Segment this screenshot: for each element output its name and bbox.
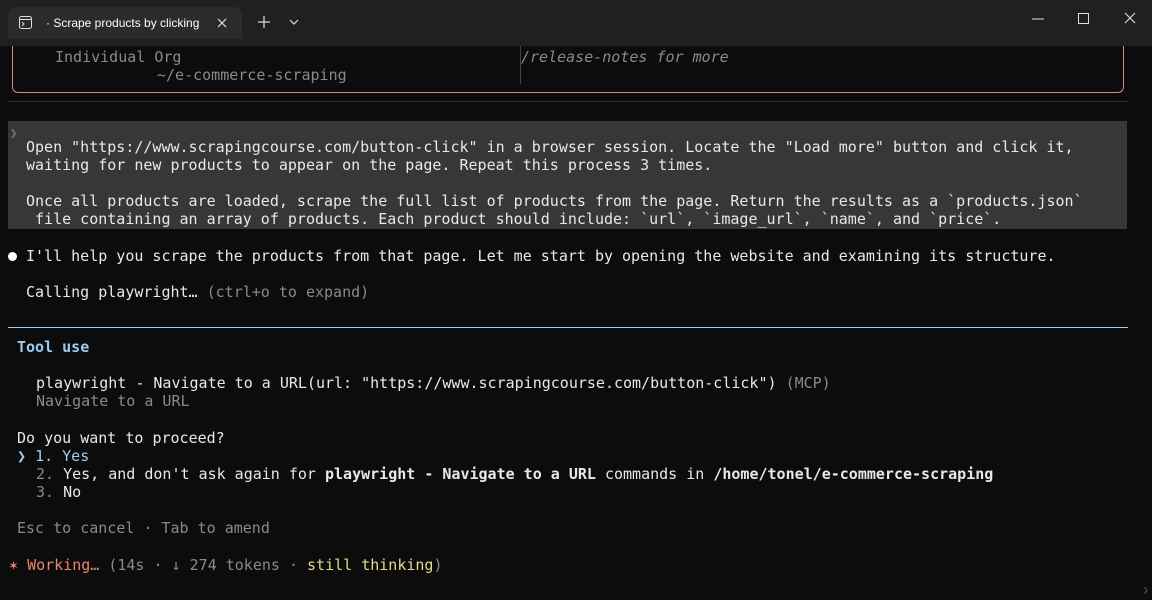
tool-call-line: playwright - Navigate to a URL(url: "htt… [36,374,831,392]
tool-divider [8,327,1128,328]
selector-icon: ❯ [17,447,27,465]
prompt-line: file containing an array of products. Ea… [26,210,1002,228]
option-path: /home/tonel/e-commerce-scraping [713,465,994,483]
option-label-mid: commands in [604,465,705,483]
status-metrics: (14s · ↓ 274 tokens · [108,556,298,574]
cwd-path: ~/e-commerce-scraping [157,66,347,84]
org-label: Individual Org [55,48,182,66]
thinking-label: still thinking [307,556,434,574]
prompt-line: waiting for new products to appear on th… [26,156,713,174]
keyboard-hints: Esc to cancel · Tab to amend [17,519,270,537]
close-tab-icon[interactable] [214,15,230,31]
working-label: Working… [27,556,100,574]
option-tool-name: playwright - Navigate to a URL [325,465,596,483]
terminal-area[interactable]: Individual Org ~/e-commerce-scraping /re… [0,46,1152,600]
prompt-line: Open "https://www.scrapingcourse.com/but… [26,138,1074,156]
tool-use-header: Tool use [17,338,90,356]
close-window-icon[interactable] [1124,12,1136,24]
prompt-line: Once all products are loaded, scrape the… [26,192,1083,210]
option-label: No [63,483,82,501]
proceed-question: Do you want to proceed? [17,429,225,447]
option-label: Yes [62,447,90,465]
divider [8,101,1128,102]
option-number: 3. [36,483,55,501]
prompt-caret-icon: ❯ [10,126,18,140]
scroll-indicator-icon[interactable]: ❯ [1143,586,1148,596]
tool-call: playwright - Navigate to a URL(url: "htt… [36,374,777,392]
terminal-icon [19,16,32,29]
option-yes[interactable]: ❯ 1. Yes [17,447,89,465]
calling-text: Calling playwright… [26,283,198,301]
assistant-message: I'll help you scrape the products from t… [26,247,1056,265]
status-close: ) [433,556,443,574]
message-bullet-icon [8,252,17,261]
option-number: 1. [35,447,54,465]
option-number: 2. [36,465,55,483]
chevron-down-icon[interactable] [288,18,300,26]
release-notes-hint: /release-notes for more [521,48,729,66]
spinner-icon: ✶ [9,556,19,574]
tab-title: · Scrape products by clicking [46,16,200,30]
tool-calling-line: Calling playwright… (ctrl+o to expand) [26,283,369,301]
maximize-icon[interactable] [1078,13,1089,24]
option-yes-dont-ask[interactable]: 2. Yes, and don't ask again for playwrig… [36,465,993,483]
tool-description: Navigate to a URL [36,392,190,410]
minimize-icon[interactable] [1032,18,1044,20]
mcp-tag: (MCP) [785,374,831,392]
expand-hint: (ctrl+o to expand) [206,283,370,301]
option-no[interactable]: 3. No [36,483,81,501]
title-bar: · Scrape products by clicking [0,0,1152,46]
tab-active[interactable]: · Scrape products by clicking [8,7,242,39]
new-tab-icon[interactable] [257,15,271,29]
option-label: Yes, and don't ask again for [63,465,316,483]
status-line: ✶ Working… (14s · ↓ 274 tokens · still t… [9,556,443,574]
